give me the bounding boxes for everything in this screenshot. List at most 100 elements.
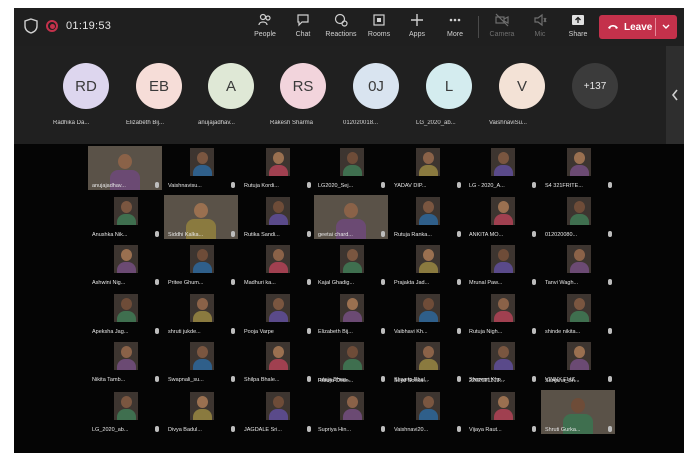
video-tile[interactable]: Vaishnavisu... — [164, 146, 238, 190]
participant-name: Rakesh Sharma — [270, 120, 314, 126]
participant-name: 012020018... — [343, 120, 379, 126]
video-tile[interactable]: shinde nikita... — [541, 292, 615, 336]
people-label: People — [254, 31, 276, 38]
chat-button[interactable]: Chat — [284, 10, 322, 44]
tile-name: 012020080... — [545, 232, 578, 238]
tile-name: Nikita Tamb... — [92, 377, 126, 383]
tile-name: ANKITA MO... — [469, 232, 504, 238]
mic-icon — [381, 182, 385, 188]
mic-button[interactable]: Mic — [521, 10, 559, 44]
share-button[interactable]: Share — [559, 10, 597, 44]
video-tile[interactable]: Rutuja Kordi... — [240, 146, 314, 190]
video-tile[interactable]: Kajal Ghadig... — [314, 243, 388, 287]
more-button[interactable]: More — [436, 10, 474, 44]
participant-name: anujajadhav... — [198, 120, 235, 126]
participant-video — [266, 148, 290, 176]
mic-icon — [307, 376, 311, 382]
camera-button[interactable]: Camera — [483, 10, 521, 44]
video-tile[interactable]: Rutuja Ranka... — [390, 195, 464, 239]
tile-name: anujajadhav... — [92, 183, 126, 189]
tile-name: YADAV DIP... — [394, 183, 427, 189]
video-tile[interactable]: Swapnali_su... — [164, 340, 238, 384]
participant-avatar[interactable]: A — [208, 63, 254, 109]
participant-video — [567, 197, 591, 225]
video-tile[interactable]: Anushka Nik... — [88, 195, 162, 239]
tile-name: Madhuri ka... — [244, 280, 276, 286]
mic-label: Mic — [534, 31, 546, 38]
leave-label: Leave — [624, 21, 653, 33]
video-tile[interactable]: shruti jukde... — [164, 292, 238, 336]
video-tile[interactable]: S4 321FRITE... — [541, 146, 615, 190]
toolbar-divider — [478, 16, 479, 38]
video-tile[interactable]: LG - 2020_A... — [465, 146, 539, 190]
participant-video — [114, 197, 138, 225]
video-tile[interactable]: ANKITA MO... — [465, 195, 539, 239]
video-tile[interactable]: Vijaya Raut... — [465, 390, 539, 434]
participant-video — [266, 294, 290, 322]
tile-name: Rutuja Kordi... — [244, 183, 279, 189]
video-tile[interactable]: Shilpa Bhale... — [240, 340, 314, 384]
apps-button[interactable]: Apps — [398, 10, 436, 44]
video-tile[interactable]: 012020080... — [541, 195, 615, 239]
participant-avatar[interactable]: 0J — [353, 63, 399, 109]
participant-video — [266, 245, 290, 273]
mic-icon — [532, 182, 536, 188]
participant-avatar[interactable]: RD — [63, 63, 109, 109]
participant-video — [190, 342, 214, 370]
participant-avatar[interactable]: V — [499, 63, 545, 109]
video-tile[interactable]: Prajakta Jad... — [390, 243, 464, 287]
video-tile[interactable]: Mrunal Paw... — [465, 243, 539, 287]
video-tile[interactable]: Madhuri ka... — [240, 243, 314, 287]
participant-name: LG_2020_ab... — [416, 120, 456, 126]
participant-avatar[interactable]: EB — [136, 63, 182, 109]
toolbar-actions: People Chat Reactions Rooms Apps More Ca… — [246, 10, 597, 44]
participant-video — [340, 392, 364, 420]
video-tile[interactable]: Pooja Varpe — [240, 292, 314, 336]
video-tile[interactable]: Divya Badul... — [164, 390, 238, 434]
mic-icon — [381, 328, 385, 334]
chevron-left-icon[interactable] — [666, 46, 684, 144]
tile-name: shruti jukde... — [168, 329, 201, 335]
tile-name: Sanjana_Bh... — [545, 378, 580, 384]
rooms-button[interactable]: Rooms — [360, 10, 398, 44]
video-tile[interactable]: Elizabeth Bij... — [314, 292, 388, 336]
mic-icon — [155, 231, 159, 237]
video-tile[interactable]: Siddhi Kalka... — [164, 195, 238, 239]
video-tile[interactable]: Vaibhavi Kh... — [390, 292, 464, 336]
video-tile[interactable]: YADAV DIP... — [390, 146, 464, 190]
leave-button[interactable]: Leave — [599, 15, 677, 39]
video-tile[interactable]: Nikita Tamb... — [88, 340, 162, 384]
video-tile[interactable]: Tanvi Wagh... — [541, 243, 615, 287]
chevron-down-icon[interactable] — [661, 20, 671, 34]
participant-avatar[interactable]: L — [426, 63, 472, 109]
participant-video — [190, 245, 214, 273]
video-tile[interactable]: Apeksha Jag... — [88, 292, 162, 336]
video-tile[interactable]: Vaishnavi20... — [390, 390, 464, 434]
mic-icon — [532, 426, 536, 432]
video-tile[interactable]: LG_2020_ab... — [88, 390, 162, 434]
reactions-label: Reactions — [325, 31, 357, 38]
video-tile[interactable]: JAGDALE Sri... — [240, 390, 314, 434]
video-tile[interactable]: anujajadhav... — [88, 146, 162, 190]
video-tile[interactable]: Shruti Gurka... — [541, 390, 615, 434]
reactions-button[interactable]: Reactions — [322, 10, 360, 44]
tile-name: Anushka Nik... — [92, 232, 128, 238]
video-tile[interactable]: LG2020_Sej... — [314, 146, 388, 190]
video-tile[interactable]: Supriya Hin... — [314, 390, 388, 434]
video-tile[interactable]: Rutuja Nigh... — [465, 292, 539, 336]
video-tile[interactable]: Rutika Sandi... — [240, 195, 314, 239]
participant-video — [567, 245, 591, 273]
participant-video — [266, 342, 290, 370]
rooms-icon — [372, 13, 386, 27]
participant-video — [491, 197, 515, 225]
mic-icon — [231, 182, 235, 188]
video-tile[interactable]: Ashwini Nig... — [88, 243, 162, 287]
video-tile[interactable]: Pritee Ghum... — [164, 243, 238, 287]
people-button[interactable]: People — [246, 10, 284, 44]
participant-avatar[interactable]: RS — [280, 63, 326, 109]
tile-name: Shruti Gurka... — [545, 427, 581, 433]
more-participants-button[interactable]: +137 — [572, 63, 618, 109]
video-tile[interactable]: geetai chard... — [314, 195, 388, 239]
tile-name: Vaishnavi20... — [394, 427, 429, 433]
tile-name: Prajakta Jad... — [394, 280, 430, 286]
